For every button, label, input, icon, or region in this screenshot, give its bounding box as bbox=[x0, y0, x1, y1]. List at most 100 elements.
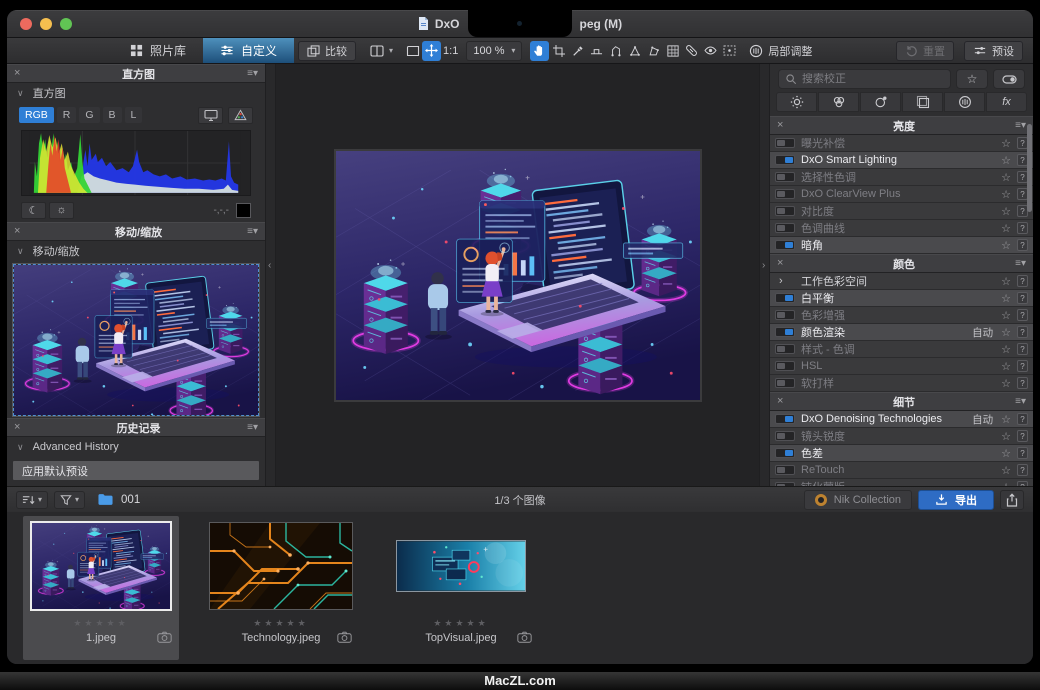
camera-badge-icon[interactable] bbox=[157, 631, 172, 643]
grid-tool-button[interactable] bbox=[663, 41, 682, 61]
toggle-switch[interactable] bbox=[775, 448, 795, 458]
help-icon[interactable]: ? bbox=[1017, 326, 1028, 338]
star-icon[interactable]: ☆ bbox=[1001, 326, 1011, 339]
left-panel-collapse-strip[interactable]: ‹ bbox=[265, 64, 276, 486]
correction-row[interactable]: ReTouch☆? bbox=[770, 462, 1033, 479]
star-icon[interactable]: ☆ bbox=[1001, 377, 1011, 390]
presets-button[interactable]: 预设 bbox=[964, 41, 1023, 61]
toggle-switch[interactable] bbox=[775, 378, 795, 388]
help-icon[interactable]: ? bbox=[1017, 309, 1028, 321]
toggle-switch[interactable] bbox=[775, 240, 795, 250]
category-geometry-button[interactable] bbox=[902, 92, 943, 112]
toggle-switch[interactable] bbox=[775, 327, 795, 337]
split-view-button[interactable]: ▾ bbox=[368, 41, 395, 61]
shadow-clipping-button[interactable]: ☾ bbox=[21, 202, 46, 219]
close-icon[interactable]: × bbox=[14, 226, 30, 237]
camera-badge-icon[interactable] bbox=[517, 631, 532, 643]
toggle-switch[interactable] bbox=[775, 189, 795, 199]
correction-row[interactable]: 曝光补偿☆? bbox=[770, 135, 1033, 152]
star-icon[interactable]: ☆ bbox=[1001, 360, 1011, 373]
help-icon[interactable]: ? bbox=[1017, 464, 1028, 476]
star-icon[interactable]: ☆ bbox=[1001, 343, 1011, 356]
star-icon[interactable]: ☆ bbox=[1001, 154, 1011, 167]
reset-button[interactable]: 重置 bbox=[896, 41, 954, 61]
star-icon[interactable]: ☆ bbox=[1001, 205, 1011, 218]
thumbnail-image-1[interactable] bbox=[30, 516, 172, 616]
star-icon[interactable]: ☆ bbox=[1001, 309, 1011, 322]
image-canvas[interactable] bbox=[276, 64, 759, 486]
keystone-tool-button[interactable] bbox=[625, 41, 644, 61]
minimize-window-button[interactable] bbox=[40, 18, 52, 30]
channel-button-r[interactable]: R bbox=[57, 107, 77, 123]
star-icon[interactable]: ☆ bbox=[1001, 447, 1011, 460]
correction-row[interactable]: DxO Denoising Technologies自动☆? bbox=[770, 411, 1033, 428]
correction-row[interactable]: 色差☆? bbox=[770, 445, 1033, 462]
correction-row[interactable]: DxO Smart Lighting☆? bbox=[770, 152, 1033, 169]
history-entry[interactable]: 应用默认预设 bbox=[13, 461, 259, 480]
star-icon[interactable]: ☆ bbox=[1001, 171, 1011, 184]
toggle-switch[interactable] bbox=[775, 206, 795, 216]
star-icon[interactable]: ☆ bbox=[1001, 292, 1011, 305]
thumbnail-cell-3[interactable]: ★★★★★ TopVisual.jpeg bbox=[383, 516, 539, 660]
category-detail-button[interactable] bbox=[860, 92, 901, 112]
rating-stars[interactable]: ★★★★★ bbox=[73, 616, 128, 630]
titlebar[interactable]: DxO peg (M) bbox=[7, 10, 1033, 38]
repair-tool-button[interactable] bbox=[682, 41, 701, 61]
channel-button-g[interactable]: G bbox=[79, 107, 99, 123]
thumbnail-cell-1[interactable]: ★★★★★ 1.jpeg bbox=[23, 516, 179, 660]
auto-mask-tool-button[interactable] bbox=[644, 41, 663, 61]
main-image[interactable] bbox=[334, 149, 702, 402]
help-icon[interactable]: ? bbox=[1017, 239, 1028, 251]
search-corrections-input[interactable] bbox=[802, 73, 944, 85]
star-icon[interactable]: ☆ bbox=[1001, 188, 1011, 201]
white-balance-picker-button[interactable] bbox=[568, 41, 587, 61]
close-icon[interactable]: × bbox=[777, 120, 793, 131]
horizon-tool-button[interactable] bbox=[587, 41, 606, 61]
star-icon[interactable]: ☆ bbox=[1001, 239, 1011, 252]
menu-icon[interactable]: ≡▾ bbox=[247, 68, 258, 79]
star-icon[interactable]: ☆ bbox=[1001, 275, 1011, 288]
move-tool-button[interactable] bbox=[422, 41, 441, 61]
toggle-switch[interactable] bbox=[775, 293, 795, 303]
share-button[interactable] bbox=[1000, 490, 1024, 510]
correction-row[interactable]: 对比度☆? bbox=[770, 203, 1033, 220]
close-icon[interactable]: × bbox=[777, 258, 793, 269]
toggle-switch[interactable] bbox=[775, 344, 795, 354]
thumbnail-cell-2[interactable]: ★★★★★ Technology.jpeg bbox=[203, 516, 359, 660]
correction-row[interactable]: 色彩增强☆? bbox=[770, 307, 1033, 324]
navigator-preview[interactable] bbox=[13, 264, 259, 416]
histogram-group-row[interactable]: ∨ 直方图 bbox=[7, 83, 265, 103]
help-icon[interactable]: ? bbox=[1017, 377, 1028, 389]
right-panel-scrollbar[interactable] bbox=[1027, 124, 1032, 212]
star-icon[interactable]: ☆ bbox=[1001, 137, 1011, 150]
thumbnail-image-3[interactable] bbox=[396, 516, 526, 616]
toggle-switch[interactable] bbox=[775, 172, 795, 182]
history-group-row[interactable]: ∨ Advanced History bbox=[7, 437, 265, 457]
channel-button-rgb[interactable]: RGB bbox=[19, 107, 54, 123]
channel-button-l[interactable]: L bbox=[125, 107, 143, 123]
star-icon[interactable]: ☆ bbox=[1001, 413, 1011, 426]
correction-row[interactable]: ›工作色彩空间☆? bbox=[770, 273, 1033, 290]
help-icon[interactable]: ? bbox=[1017, 275, 1028, 287]
toggle-switch[interactable] bbox=[775, 361, 795, 371]
correction-row[interactable]: 软打样☆? bbox=[770, 375, 1033, 392]
toggle-switch[interactable] bbox=[775, 138, 795, 148]
monitor-gamut-button[interactable] bbox=[198, 107, 223, 124]
correction-row[interactable]: 色调曲线☆? bbox=[770, 220, 1033, 237]
toggle-switch[interactable] bbox=[775, 310, 795, 320]
rating-stars[interactable]: ★★★★★ bbox=[433, 616, 488, 630]
correction-row[interactable]: HSL☆? bbox=[770, 358, 1033, 375]
export-button[interactable]: 导出 bbox=[918, 490, 994, 510]
compare-button[interactable]: 比较 bbox=[298, 41, 356, 61]
filter-button[interactable]: ▾ bbox=[54, 491, 85, 509]
favorites-filter-button[interactable]: ☆ bbox=[956, 69, 988, 89]
close-icon[interactable]: × bbox=[14, 422, 30, 433]
current-folder[interactable]: 001 bbox=[97, 493, 140, 506]
correction-row[interactable]: 白平衡☆? bbox=[770, 290, 1033, 307]
help-icon[interactable]: ? bbox=[1017, 222, 1028, 234]
nik-collection-button[interactable]: Nik Collection bbox=[804, 490, 912, 510]
active-corrections-filter-button[interactable] bbox=[993, 69, 1025, 89]
category-fx-button[interactable]: fx bbox=[986, 92, 1027, 112]
tab-photo-library[interactable]: 照片库 bbox=[113, 38, 203, 63]
correction-row[interactable]: 颜色渲染自动☆? bbox=[770, 324, 1033, 341]
